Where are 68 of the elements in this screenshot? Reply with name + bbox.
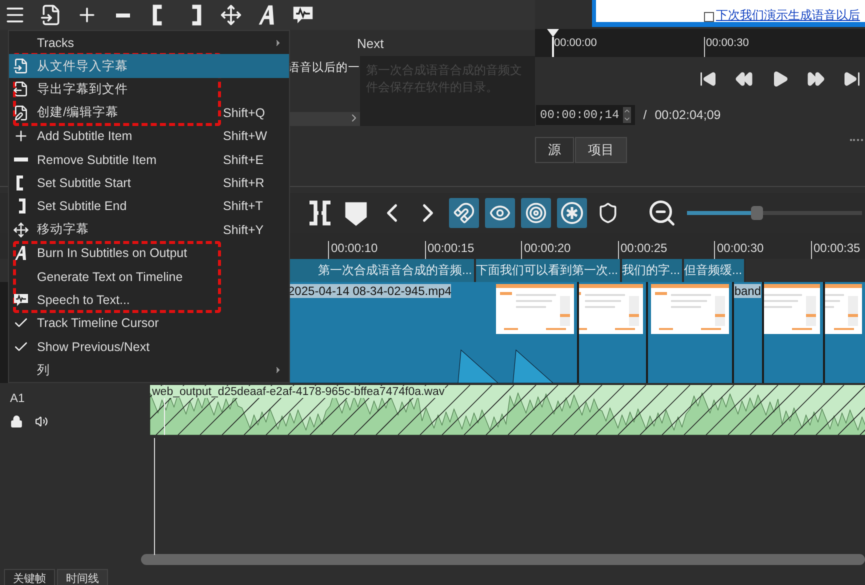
audio-clip[interactable]: web_output_d25deaaf-e2af-4178-965c-bffea7474f0a.wav <box>150 385 865 435</box>
import-file-icon[interactable] <box>40 4 62 26</box>
video-clip[interactable]: band <box>734 282 762 383</box>
tab[interactable]: 源 <box>535 137 574 163</box>
menu-item[interactable]: Set Subtitle End Shift+T <box>9 194 289 218</box>
lock-icon[interactable] <box>10 415 23 428</box>
skip-back-icon[interactable] <box>699 70 717 88</box>
grip-icon[interactable] <box>850 139 865 144</box>
clip-label: 2025-04-14 08-34-02-945.mp4 <box>288 284 452 298</box>
video-clip[interactable] <box>825 282 865 383</box>
player-ruler[interactable]: 00:00:00 00:00:30 <box>535 29 865 57</box>
menu-item[interactable]: Speech to Text... <box>9 288 289 312</box>
video-clip[interactable]: 2025-04-14 08-34-02-945.mp4 <box>288 282 577 383</box>
scrollbar[interactable] <box>288 112 360 126</box>
menu-item[interactable]: 创建/编辑字幕 Shift+Q <box>9 101 289 125</box>
column-header: Next <box>357 36 384 50</box>
speech-bubble-icon <box>13 292 29 308</box>
arrow-down-icon[interactable] <box>623 115 632 123</box>
menu-item[interactable]: Show Previous/Next <box>9 335 289 358</box>
eye-icon[interactable] <box>485 198 515 228</box>
tab[interactable]: 时间线 <box>57 569 108 585</box>
checkbox-icon <box>704 12 714 22</box>
menu-item[interactable]: 导出字幕到文件 <box>9 78 289 102</box>
move-icon[interactable] <box>220 4 242 26</box>
menu-item[interactable]: Add Subtitle Item Shift+W <box>9 124 289 148</box>
menu-item[interactable]: 从文件导入字幕 <box>9 54 289 78</box>
ruler-label: 00:00:35 <box>810 241 865 259</box>
menu-item[interactable]: Tracks <box>9 31 289 54</box>
speaker-icon[interactable] <box>35 415 48 428</box>
magnet-icon[interactable] <box>449 198 479 228</box>
asterisk-icon[interactable] <box>557 198 587 228</box>
duration-text: 00:02:04;09 <box>654 108 721 122</box>
speech-bubble-icon[interactable] <box>292 4 314 26</box>
track-name: A1 <box>10 391 26 405</box>
move-icon <box>13 222 29 238</box>
minus-icon <box>13 157 29 162</box>
import-file-icon <box>13 58 29 74</box>
scrollbar[interactable] <box>141 554 865 565</box>
menu-item[interactable]: Burn In Subtitles on Output <box>9 242 289 265</box>
rewind-icon[interactable] <box>735 70 753 88</box>
menu-item[interactable]: Set Subtitle Start Shift+R <box>9 171 289 195</box>
clip-label: web_output_d25deaaf-e2af-4178-965c-bffea7474f0a.wav <box>152 386 445 398</box>
menu-item[interactable]: 移动字幕 Shift+Y <box>9 218 289 242</box>
preview-text: 下次我们演示生成语音以后 <box>716 9 860 22</box>
tab[interactable]: 关键帧 <box>4 569 55 585</box>
menu-item[interactable]: Remove Subtitle Item Shift+E <box>9 148 289 172</box>
tab[interactable]: 项目 <box>575 137 627 163</box>
clip-label: band <box>734 284 762 298</box>
ruler-label: 00:00:30 <box>704 37 856 57</box>
skip-forward-icon[interactable] <box>843 70 861 88</box>
arrow-up-icon[interactable] <box>623 107 632 115</box>
separator-text: / <box>643 108 647 122</box>
slider-thumb[interactable] <box>751 206 763 220</box>
zoom-out-icon[interactable] <box>647 198 677 228</box>
menu-item[interactable]: Track Timeline Cursor <box>9 312 289 336</box>
menu-item[interactable]: 列 <box>9 358 289 382</box>
target-icon[interactable] <box>521 198 551 228</box>
ruler-label: 00:00:00 <box>552 37 704 57</box>
edit-file-icon <box>13 104 29 121</box>
export-file-icon <box>13 81 29 98</box>
letter-a-icon <box>13 245 29 262</box>
video-clip[interactable] <box>648 282 732 383</box>
video-clip[interactable] <box>764 282 824 383</box>
video-clip[interactable] <box>578 282 646 383</box>
fast-forward-icon[interactable] <box>807 70 825 88</box>
play-icon[interactable] <box>771 70 789 88</box>
timecode-field[interactable]: 00:00:00;14 <box>536 105 636 125</box>
menu-item[interactable]: Generate Text on Timeline <box>9 264 289 288</box>
